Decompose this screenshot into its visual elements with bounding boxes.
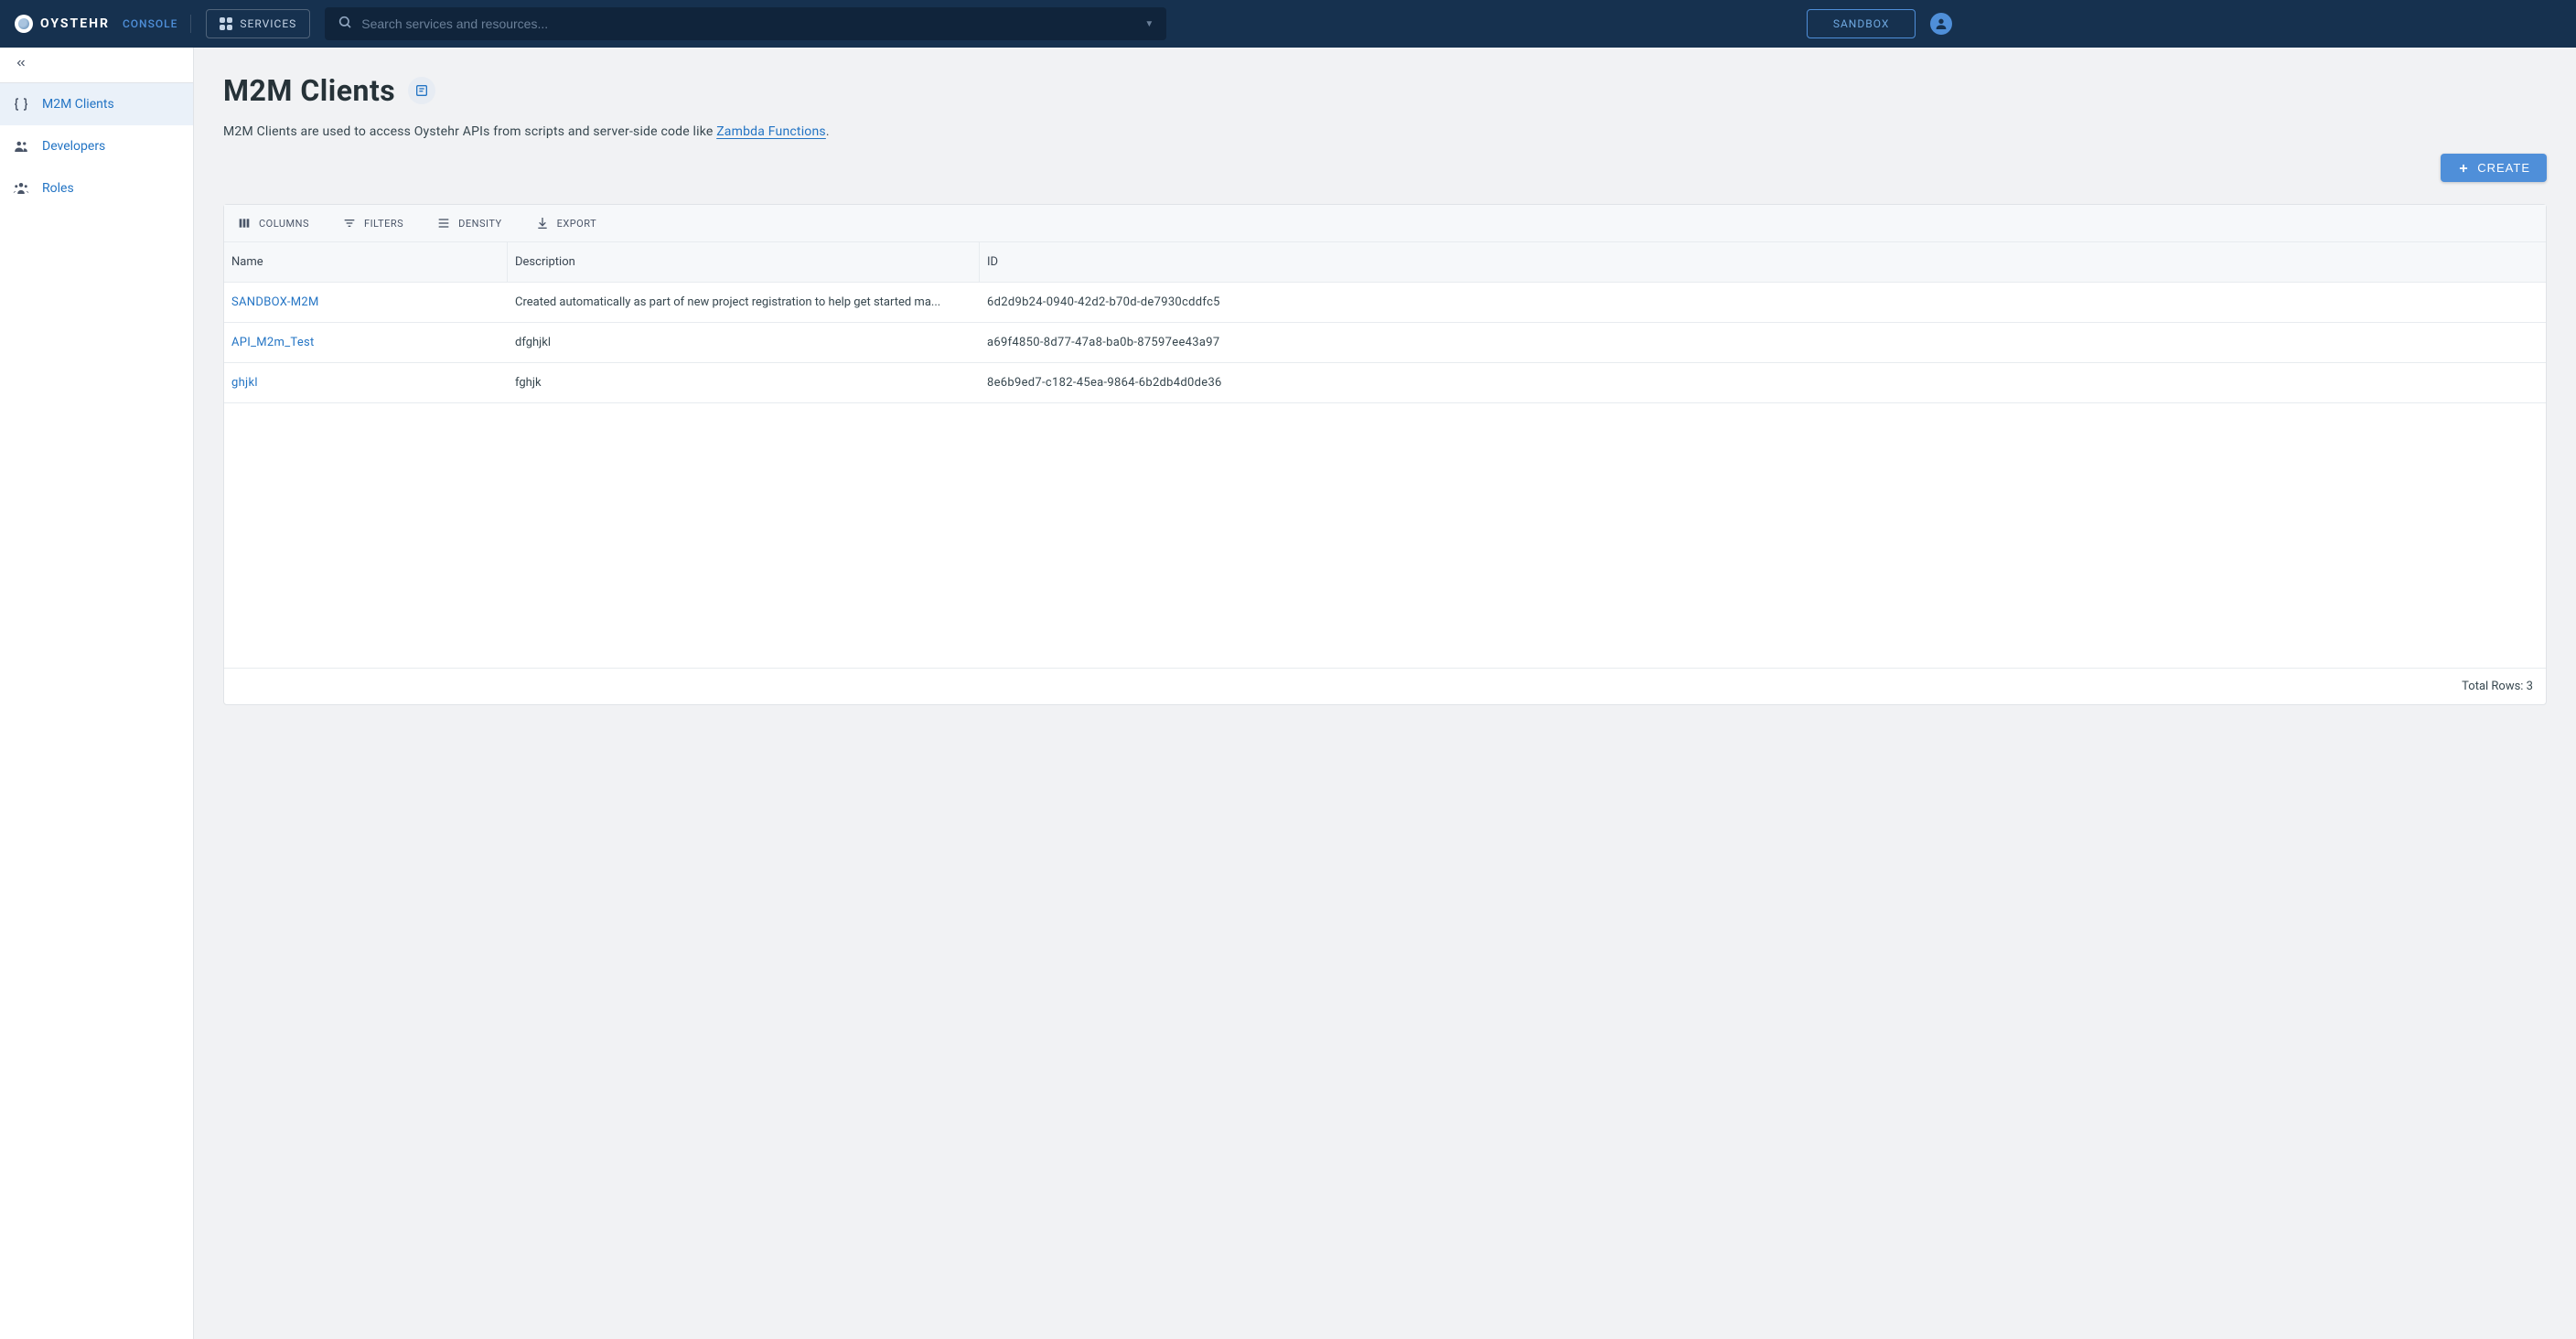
main-content: M2M Clients M2M Clients are used to acce… [194, 48, 2576, 1339]
page-title: M2M Clients [223, 73, 395, 108]
sidebar-item-developers[interactable]: Developers [0, 125, 193, 167]
table-toolbar: COLUMNS FILTERS DENSIT [224, 205, 2546, 242]
cell-name: SANDBOX-M2M [224, 283, 508, 322]
sidebar: M2M Clients Developers [0, 48, 194, 1339]
chevron-down-icon[interactable]: ▼ [1144, 19, 1154, 29]
row-name-link[interactable]: ghjkl [231, 376, 258, 390]
cell-description: fghjk [508, 363, 980, 402]
plus-icon [2457, 162, 2470, 175]
create-button[interactable]: CREATE [2441, 154, 2547, 182]
row-name-link[interactable]: API_M2m_Test [231, 336, 315, 349]
density-button[interactable]: DENSITY [433, 210, 505, 236]
cell-id: 8e6b9ed7-c182-45ea-9864-6b2db4d0de36 [980, 363, 2546, 402]
sidebar-item-m2m-clients[interactable]: M2M Clients [0, 83, 193, 125]
page-description: M2M Clients are used to access Oystehr A… [223, 124, 2547, 139]
table-footer: Total Rows: 3 [224, 668, 2546, 704]
columns-button[interactable]: COLUMNS [233, 210, 313, 236]
m2m-clients-table: COLUMNS FILTERS DENSIT [223, 204, 2547, 705]
roles-icon [13, 180, 29, 197]
cell-description: Created automatically as part of new pro… [508, 283, 980, 322]
app-header: OYSTEHR CONSOLE SERVICES ▼ SANDBOX [0, 0, 2576, 48]
table-row: ghjkl fghjk 8e6b9ed7-c182-45ea-9864-6b2d… [224, 363, 2546, 403]
sandbox-button[interactable]: SANDBOX [1807, 9, 1916, 38]
title-info-icon[interactable] [408, 77, 435, 104]
row-name-link[interactable]: SANDBOX-M2M [231, 295, 319, 309]
columns-icon [237, 216, 252, 230]
table-body: SANDBOX-M2M Created automatically as par… [224, 283, 2546, 668]
download-icon [535, 216, 550, 230]
column-header-description[interactable]: Description [508, 242, 980, 282]
column-header-id[interactable]: ID [980, 242, 2546, 282]
column-header-name[interactable]: Name [224, 242, 508, 282]
console-label: CONSOLE [123, 17, 177, 30]
table-row: SANDBOX-M2M Created automatically as par… [224, 283, 2546, 323]
logo-text: OYSTEHR [40, 16, 110, 31]
sidebar-collapse-button[interactable] [0, 48, 193, 83]
services-button[interactable]: SERVICES [206, 9, 310, 38]
export-button[interactable]: EXPORT [531, 210, 601, 236]
oystehr-logo-icon [15, 15, 33, 33]
developers-icon [13, 138, 29, 155]
cell-name: API_M2m_Test [224, 323, 508, 362]
filters-button[interactable]: FILTERS [338, 210, 407, 236]
user-icon [1934, 16, 1948, 31]
logo-container[interactable]: OYSTEHR CONSOLE [15, 15, 191, 33]
cell-id: 6d2d9b24-0940-42d2-b70d-de7930cddfc5 [980, 283, 2546, 322]
sidebar-item-label: Developers [42, 139, 105, 154]
services-label: SERVICES [240, 17, 296, 30]
cell-id: a69f4850-8d77-47a8-ba0b-87597ee43a97 [980, 323, 2546, 362]
sidebar-item-label: M2M Clients [42, 97, 114, 112]
sidebar-item-label: Roles [42, 181, 74, 196]
filter-icon [342, 216, 357, 230]
density-icon [436, 216, 451, 230]
search-container[interactable]: ▼ [325, 7, 1166, 40]
zambda-link[interactable]: Zambda Functions [716, 124, 826, 139]
table-header-row: Name Description ID [224, 242, 2546, 283]
search-input[interactable] [361, 16, 1144, 31]
cell-name: ghjkl [224, 363, 508, 402]
grid-icon [220, 17, 232, 30]
profile-button[interactable] [1930, 13, 1952, 35]
table-row: API_M2m_Test dfghjkl a69f4850-8d77-47a8-… [224, 323, 2546, 363]
sidebar-item-roles[interactable]: Roles [0, 167, 193, 209]
search-icon [338, 15, 352, 33]
chevron-double-left-icon [15, 57, 27, 70]
brackets-icon [13, 96, 29, 112]
cell-description: dfghjkl [508, 323, 980, 362]
